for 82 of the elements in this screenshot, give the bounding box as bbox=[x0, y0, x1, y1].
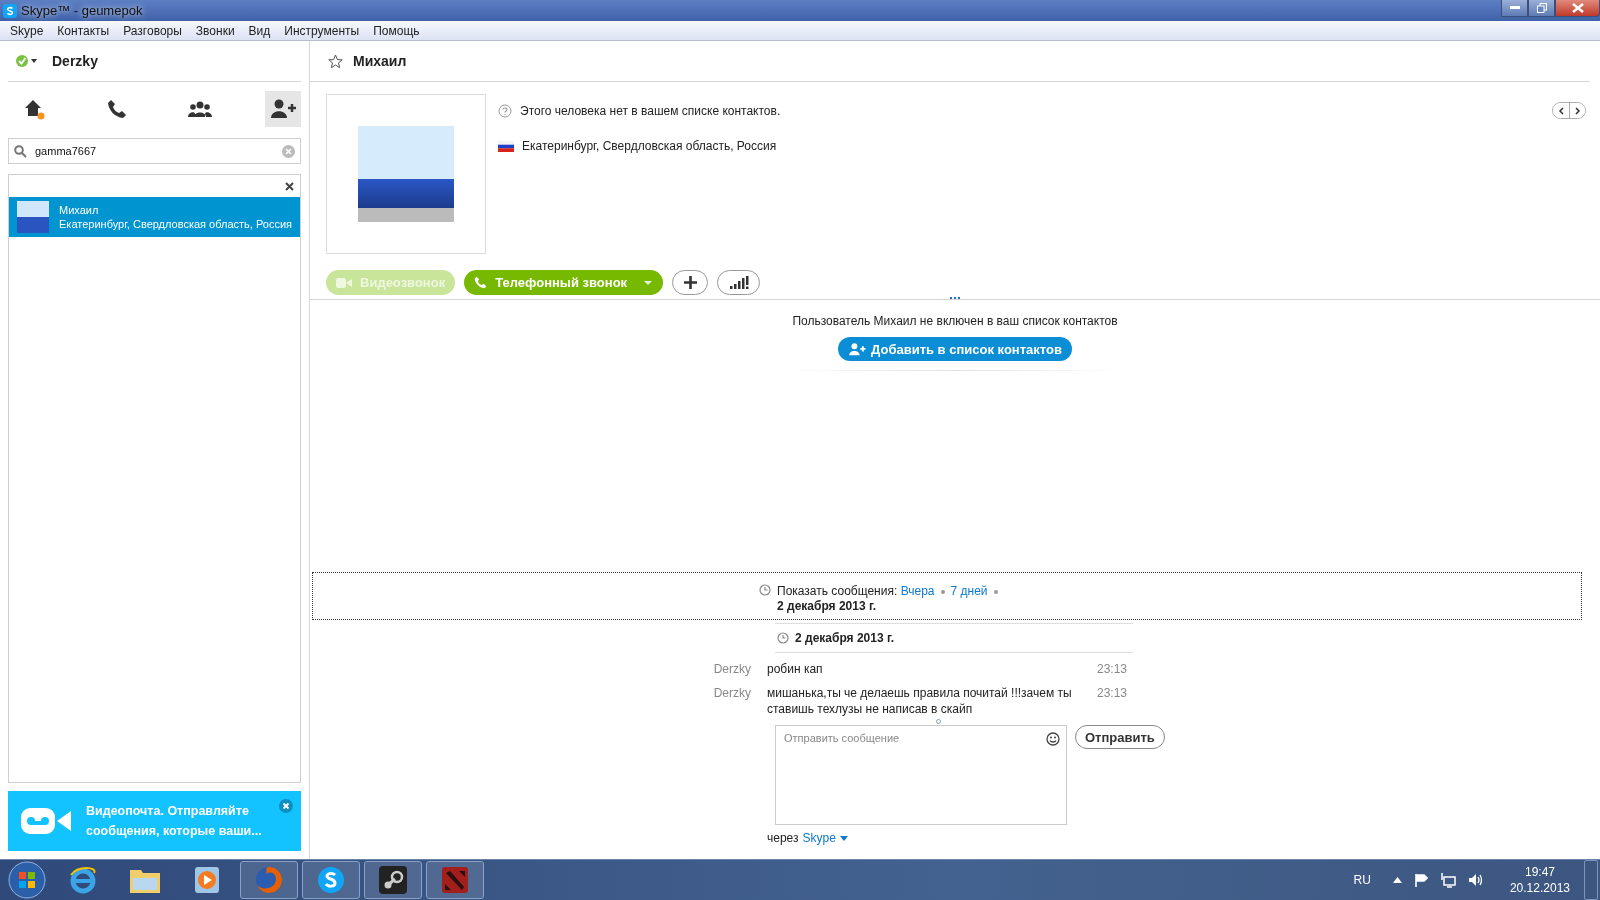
menu-item[interactable]: Разговоры bbox=[116, 23, 189, 38]
camera-icon bbox=[336, 277, 352, 288]
banner-text: Пользователь Михаил не включен в ваш список контактов bbox=[792, 314, 1118, 328]
menu-item[interactable]: Контакты bbox=[50, 23, 117, 38]
add-contact-button[interactable]: Добавить в список контактов bbox=[838, 337, 1072, 361]
contact-location: Екатеринбург, Свердловская область, Россия bbox=[522, 139, 777, 153]
close-icon[interactable] bbox=[285, 181, 294, 191]
user-name: Derzky bbox=[52, 53, 98, 69]
game-logo-icon[interactable] bbox=[440, 865, 470, 895]
search-icon bbox=[14, 144, 27, 158]
conversation-date: 2 декабря 2013 г. bbox=[795, 631, 895, 645]
clock[interactable]: 19:47 20.12.2013 bbox=[1509, 864, 1570, 896]
photo-placeholder bbox=[17, 201, 49, 233]
phone-icon bbox=[107, 99, 127, 119]
signal-bars-icon bbox=[728, 276, 749, 289]
via-link[interactable]: Skype bbox=[802, 831, 836, 845]
contact-title: Михаил bbox=[353, 53, 407, 69]
signal-button[interactable] bbox=[717, 270, 761, 295]
flag-icon[interactable] bbox=[1413, 873, 1428, 887]
separator-dot bbox=[940, 589, 945, 594]
minimize-button[interactable] bbox=[1501, 0, 1528, 17]
star-icon[interactable] bbox=[328, 53, 343, 69]
separator-dot bbox=[993, 589, 998, 594]
menu-item[interactable]: Вид bbox=[241, 23, 278, 38]
video-message-icon bbox=[20, 807, 72, 835]
skype-icon[interactable] bbox=[316, 865, 346, 895]
history-options: Показать сообщения: Вчера 7 дней 2 декабря 2013 г. bbox=[777, 584, 1077, 614]
resize-handle-icon[interactable] bbox=[935, 718, 941, 724]
chevron-right-icon bbox=[1574, 106, 1581, 115]
contact-name: Михаил bbox=[59, 204, 100, 216]
phone-icon bbox=[474, 276, 488, 289]
group-icon bbox=[188, 101, 212, 117]
skype-icon bbox=[3, 3, 17, 18]
steam-icon[interactable] bbox=[378, 865, 408, 895]
via-label: через bbox=[767, 831, 799, 845]
window-title: Skype™ - geumepok bbox=[21, 3, 143, 18]
browser-e-icon[interactable] bbox=[68, 865, 98, 895]
caret-icon bbox=[643, 279, 654, 286]
add-contact-tab[interactable] bbox=[265, 91, 301, 127]
clock-icon bbox=[777, 632, 789, 644]
close-button[interactable] bbox=[1555, 0, 1600, 17]
message-text: мишанька,ты че делаешь правила почитай !!!зачем ты ставишь техлузы не написав в скайп bbox=[767, 685, 1073, 717]
language-indicator[interactable]: RU bbox=[1353, 873, 1371, 887]
home-icon bbox=[23, 98, 45, 120]
close-icon bbox=[1571, 3, 1584, 13]
next-button[interactable] bbox=[1569, 103, 1585, 118]
clock-icon bbox=[759, 584, 771, 596]
send-button[interactable]: Отправить bbox=[1075, 725, 1165, 749]
promo-text: Видеопочта. Отправляйте сообщения, которые ваши... bbox=[86, 803, 263, 840]
status-icon[interactable] bbox=[16, 54, 38, 68]
message-text: робин кап bbox=[767, 661, 824, 677]
menu-item[interactable]: Skype bbox=[3, 23, 51, 38]
plus-icon bbox=[683, 276, 697, 289]
message-time: 23:13 bbox=[1095, 685, 1127, 702]
menu-item[interactable]: Звонки bbox=[188, 23, 242, 38]
restore-icon bbox=[1536, 3, 1547, 13]
speaker-icon[interactable] bbox=[1467, 873, 1484, 887]
contact-location: Екатеринбург, Свердловская область, Россия bbox=[59, 218, 292, 230]
add-button[interactable] bbox=[672, 270, 709, 295]
history-link[interactable]: 7 дней bbox=[950, 584, 988, 598]
tray-arrow-icon[interactable] bbox=[1392, 877, 1402, 883]
restore-button[interactable] bbox=[1528, 0, 1555, 17]
message-time: 23:13 bbox=[1095, 661, 1127, 677]
menu-item[interactable]: Инструменты bbox=[277, 23, 367, 38]
start-button[interactable] bbox=[8, 861, 46, 899]
network-icon[interactable] bbox=[1439, 872, 1456, 888]
menu-item[interactable]: Помощь bbox=[366, 23, 427, 38]
history-link[interactable]: Вчера bbox=[900, 584, 935, 598]
question-icon bbox=[498, 103, 512, 118]
chevron-left-icon bbox=[1558, 106, 1564, 115]
play-icon[interactable] bbox=[194, 866, 220, 894]
caret-icon[interactable] bbox=[839, 835, 848, 841]
contact-notice: Этого человека нет в вашем списке контактов. bbox=[520, 103, 781, 118]
message-sender: Derzky bbox=[712, 661, 752, 677]
flag-icon bbox=[498, 140, 514, 152]
history-option[interactable]: 2 декабря 2013 г. bbox=[777, 599, 877, 613]
minimize-icon bbox=[1509, 6, 1520, 10]
search-box[interactable]: gamma7667 bbox=[8, 138, 301, 164]
add-contact-icon bbox=[270, 99, 296, 119]
message-sender: Derzky bbox=[712, 685, 752, 702]
smiley-icon[interactable] bbox=[1046, 732, 1060, 746]
add-contact-icon bbox=[848, 342, 867, 356]
